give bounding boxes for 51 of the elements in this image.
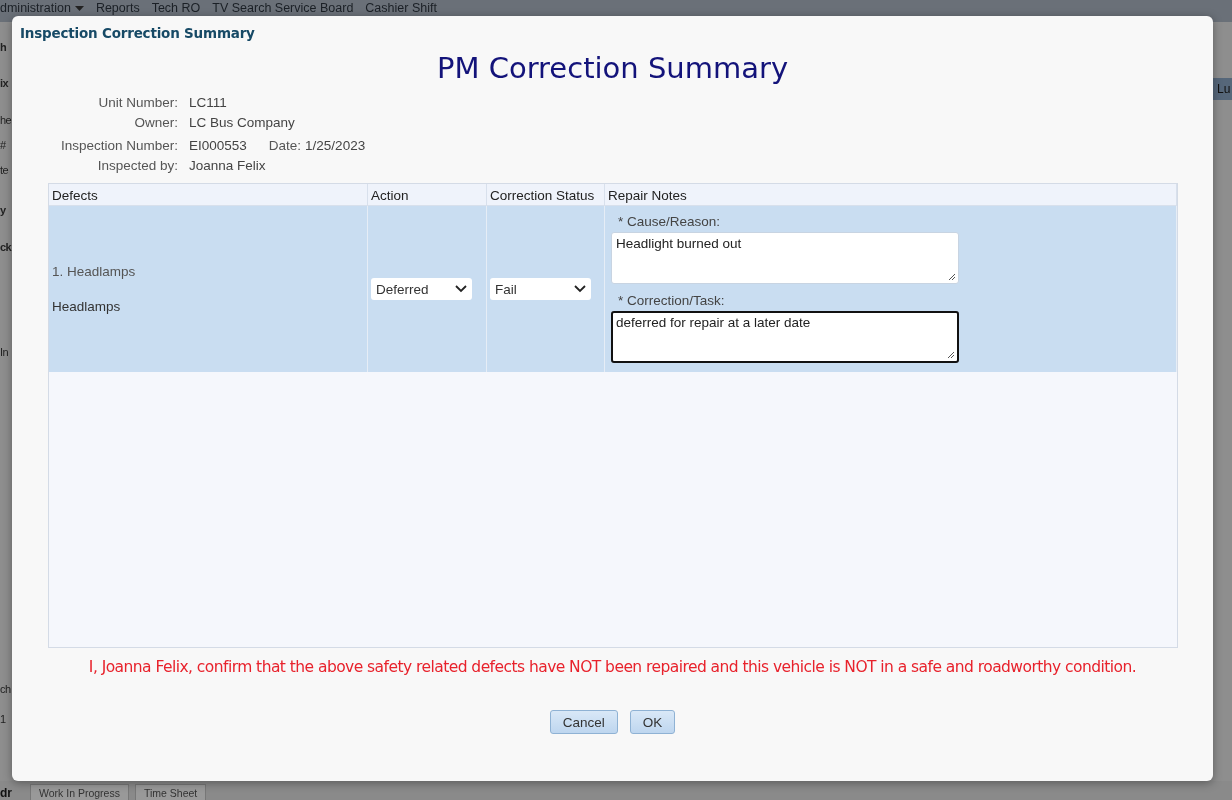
field-value: LC111	[189, 95, 227, 110]
page-heading: PM Correction Summary	[435, 51, 790, 85]
field-value: LC Bus Company	[189, 115, 295, 130]
action-select[interactable]: Deferred	[371, 278, 472, 300]
background-text: y	[0, 203, 6, 217]
defect-number: 1. Headlamps	[52, 264, 137, 279]
column-header: Action	[368, 184, 487, 206]
background-text: te	[0, 163, 8, 177]
menu-item[interactable]: Reports	[95, 1, 140, 15]
column-header: Defects	[49, 184, 368, 206]
background-text: ix	[0, 76, 8, 90]
confirmation-text: I, Joanna Felix, confirm that the above safety related defects have NOT been repaired and this vehicle is NOT in a safe and roadworthy condition.	[87, 658, 1138, 676]
background-text: #	[0, 138, 6, 152]
dialog-button[interactable]: Cancel	[549, 710, 618, 734]
menu-item[interactable]: dministration	[0, 1, 84, 15]
column-header: Repair Notes	[605, 184, 1177, 206]
field-label: Inspection Number:	[59, 138, 178, 153]
background-button[interactable]: Lu	[1213, 78, 1232, 100]
column-header: Correction Status	[487, 184, 605, 206]
menu-item[interactable]: TV Search Service Board	[212, 1, 354, 15]
background-tab[interactable]: Work In Progress	[30, 784, 129, 800]
background-tab[interactable]: Time Sheet	[134, 784, 207, 800]
note-label: * Correction/Task:	[617, 293, 726, 308]
caret-icon	[74, 5, 84, 11]
menu-item[interactable]: Tech RO	[151, 1, 201, 15]
field-label: Owner:	[133, 115, 178, 130]
background-text: he	[0, 113, 12, 127]
note-label: * Cause/Reason:	[617, 214, 722, 229]
field-label: Date:	[268, 138, 302, 153]
field-value: Joanna Felix	[189, 158, 266, 173]
dialog-button[interactable]: OK	[629, 710, 676, 734]
field-value: 1/25/2023	[305, 138, 366, 153]
chevron-icon	[574, 285, 586, 293]
field-label: Inspected by:	[96, 158, 178, 173]
background-text: dr	[0, 786, 13, 800]
menu-item[interactable]: Cashier Shift	[365, 1, 437, 15]
background-text: ch	[0, 682, 11, 696]
background-text: In	[0, 345, 8, 359]
field-label: Unit Number:	[97, 95, 178, 110]
status-select[interactable]: Fail	[490, 278, 591, 300]
note-textarea[interactable]: deferred for repair at a later date	[611, 311, 959, 363]
defect-name: Headlamps	[52, 299, 122, 314]
dialog-title: Inspection Correction Summary	[19, 24, 256, 41]
resize-grip-icon	[947, 351, 955, 359]
resize-grip-icon	[948, 273, 956, 281]
background-text: h	[0, 40, 7, 54]
background-text: ck	[0, 240, 12, 254]
chevron-icon	[455, 285, 467, 293]
note-textarea[interactable]: Headlight burned out	[611, 232, 959, 284]
field-value: EI000553	[189, 138, 247, 153]
background-text: 1	[0, 712, 6, 726]
